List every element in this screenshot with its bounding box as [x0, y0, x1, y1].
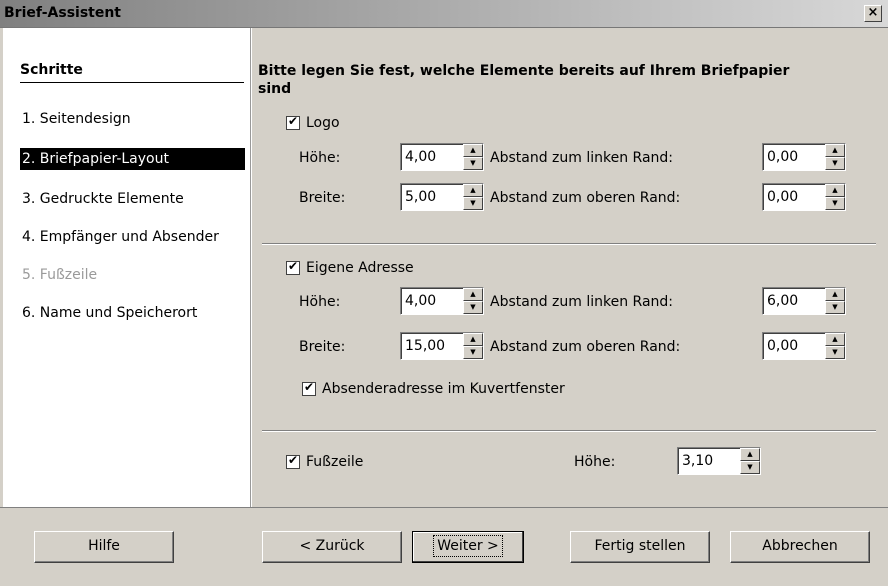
spin-up-icon[interactable]: ▲	[825, 184, 845, 197]
spin-up-icon[interactable]: ▲	[825, 288, 845, 301]
step-name-speicherort[interactable]: 6. Name und Speicherort	[20, 302, 245, 324]
address-left-label: Abstand zum linken Rand:	[490, 294, 674, 310]
spin-down-icon[interactable]: ▼	[463, 157, 483, 170]
footer-height-label: Höhe:	[574, 454, 616, 470]
address-height-spinner[interactable]: 4,00 ▲ ▼	[400, 287, 484, 315]
spin-up-icon[interactable]: ▲	[463, 333, 483, 346]
instruction-text: Bitte legen Sie fest, welche Elemente be…	[258, 63, 790, 97]
title-bar: Brief-Assistent ×	[0, 0, 888, 28]
spin-down-icon[interactable]: ▼	[825, 301, 845, 314]
spin-down-icon[interactable]: ▼	[825, 157, 845, 170]
address-height-label: Höhe:	[299, 294, 341, 310]
envelope-window-label: Absenderadresse im Kuvertfenster	[322, 381, 565, 397]
address-height-value[interactable]: 4,00	[401, 293, 463, 309]
envelope-window-checkbox-box[interactable]	[302, 380, 316, 396]
step-seitendesign[interactable]: 1. Seitendesign	[20, 108, 245, 130]
finish-button[interactable]: Fertig stellen	[570, 531, 710, 563]
spin-up-icon[interactable]: ▲	[740, 448, 760, 461]
address-left-spinner[interactable]: 6,00 ▲ ▼	[762, 287, 846, 315]
logo-height-spinner[interactable]: 4,00 ▲ ▼	[400, 143, 484, 171]
footer-checkbox-box[interactable]	[286, 453, 300, 469]
logo-top-value[interactable]: 0,00	[763, 189, 825, 205]
address-checkbox[interactable]: Eigene Adresse	[286, 259, 414, 276]
heading-divider	[20, 82, 244, 83]
logo-left-label: Abstand zum linken Rand:	[490, 150, 674, 166]
step-fusszeile: 5. Fußzeile	[22, 267, 98, 283]
back-button[interactable]: < Zurück	[262, 531, 402, 563]
section-divider	[262, 243, 876, 245]
logo-height-label: Höhe:	[299, 150, 341, 166]
footer-checkbox-label: Fußzeile	[306, 454, 364, 470]
logo-width-label: Breite:	[299, 190, 346, 206]
next-button[interactable]: Weiter >	[412, 531, 524, 563]
window-title: Brief-Assistent	[4, 5, 122, 21]
address-width-spinner[interactable]: 15,00 ▲ ▼	[400, 332, 484, 360]
address-top-value[interactable]: 0,00	[763, 338, 825, 354]
logo-checkbox-label: Logo	[306, 115, 340, 131]
step-briefpapier-layout[interactable]: 2. Briefpapier-Layout	[20, 148, 245, 170]
address-width-label: Breite:	[299, 339, 346, 355]
address-top-spinner[interactable]: 0,00 ▲ ▼	[762, 332, 846, 360]
steps-sidebar: Schritte 1. Seitendesign 2. Briefpapier-…	[0, 28, 251, 507]
footer-height-value[interactable]: 3,10	[678, 453, 740, 469]
spin-down-icon[interactable]: ▼	[463, 301, 483, 314]
logo-checkbox-box[interactable]	[286, 114, 300, 130]
steps-heading: Schritte	[20, 62, 83, 78]
close-button[interactable]: ×	[864, 5, 882, 22]
logo-top-label: Abstand zum oberen Rand:	[490, 190, 681, 206]
address-width-value[interactable]: 15,00	[401, 338, 463, 354]
section-divider	[262, 430, 876, 432]
spin-down-icon[interactable]: ▼	[463, 197, 483, 210]
logo-top-spinner[interactable]: 0,00 ▲ ▼	[762, 183, 846, 211]
logo-height-value[interactable]: 4,00	[401, 149, 463, 165]
logo-width-spinner[interactable]: 5,00 ▲ ▼	[400, 183, 484, 211]
cancel-button[interactable]: Abbrechen	[730, 531, 870, 563]
spin-up-icon[interactable]: ▲	[825, 144, 845, 157]
footer-height-spinner[interactable]: 3,10 ▲ ▼	[677, 447, 761, 475]
spin-up-icon[interactable]: ▲	[463, 288, 483, 301]
logo-left-spinner[interactable]: 0,00 ▲ ▼	[762, 143, 846, 171]
step-empfaenger-absender[interactable]: 4. Empfänger und Absender	[20, 226, 245, 248]
logo-width-value[interactable]: 5,00	[401, 189, 463, 205]
spin-up-icon[interactable]: ▲	[463, 184, 483, 197]
help-button[interactable]: Hilfe	[34, 531, 174, 563]
address-checkbox-label: Eigene Adresse	[306, 260, 414, 276]
spin-down-icon[interactable]: ▼	[825, 346, 845, 359]
spin-up-icon[interactable]: ▲	[463, 144, 483, 157]
main-panel: Bitte legen Sie fest, welche Elemente be…	[252, 28, 888, 507]
spin-up-icon[interactable]: ▲	[825, 333, 845, 346]
button-bar: Hilfe < Zurück Weiter > Fertig stellen A…	[0, 507, 888, 586]
logo-left-value[interactable]: 0,00	[763, 149, 825, 165]
step-gedruckte-elemente[interactable]: 3. Gedruckte Elemente	[20, 188, 245, 210]
spin-down-icon[interactable]: ▼	[463, 346, 483, 359]
next-button-label: Weiter >	[433, 535, 503, 557]
address-top-label: Abstand zum oberen Rand:	[490, 339, 681, 355]
address-left-value[interactable]: 6,00	[763, 293, 825, 309]
footer-checkbox[interactable]: Fußzeile	[286, 453, 364, 470]
spin-down-icon[interactable]: ▼	[740, 461, 760, 474]
address-checkbox-box[interactable]	[286, 259, 300, 275]
logo-checkbox[interactable]: Logo	[286, 114, 340, 131]
envelope-window-checkbox[interactable]: Absenderadresse im Kuvertfenster	[302, 380, 565, 397]
spin-down-icon[interactable]: ▼	[825, 197, 845, 210]
